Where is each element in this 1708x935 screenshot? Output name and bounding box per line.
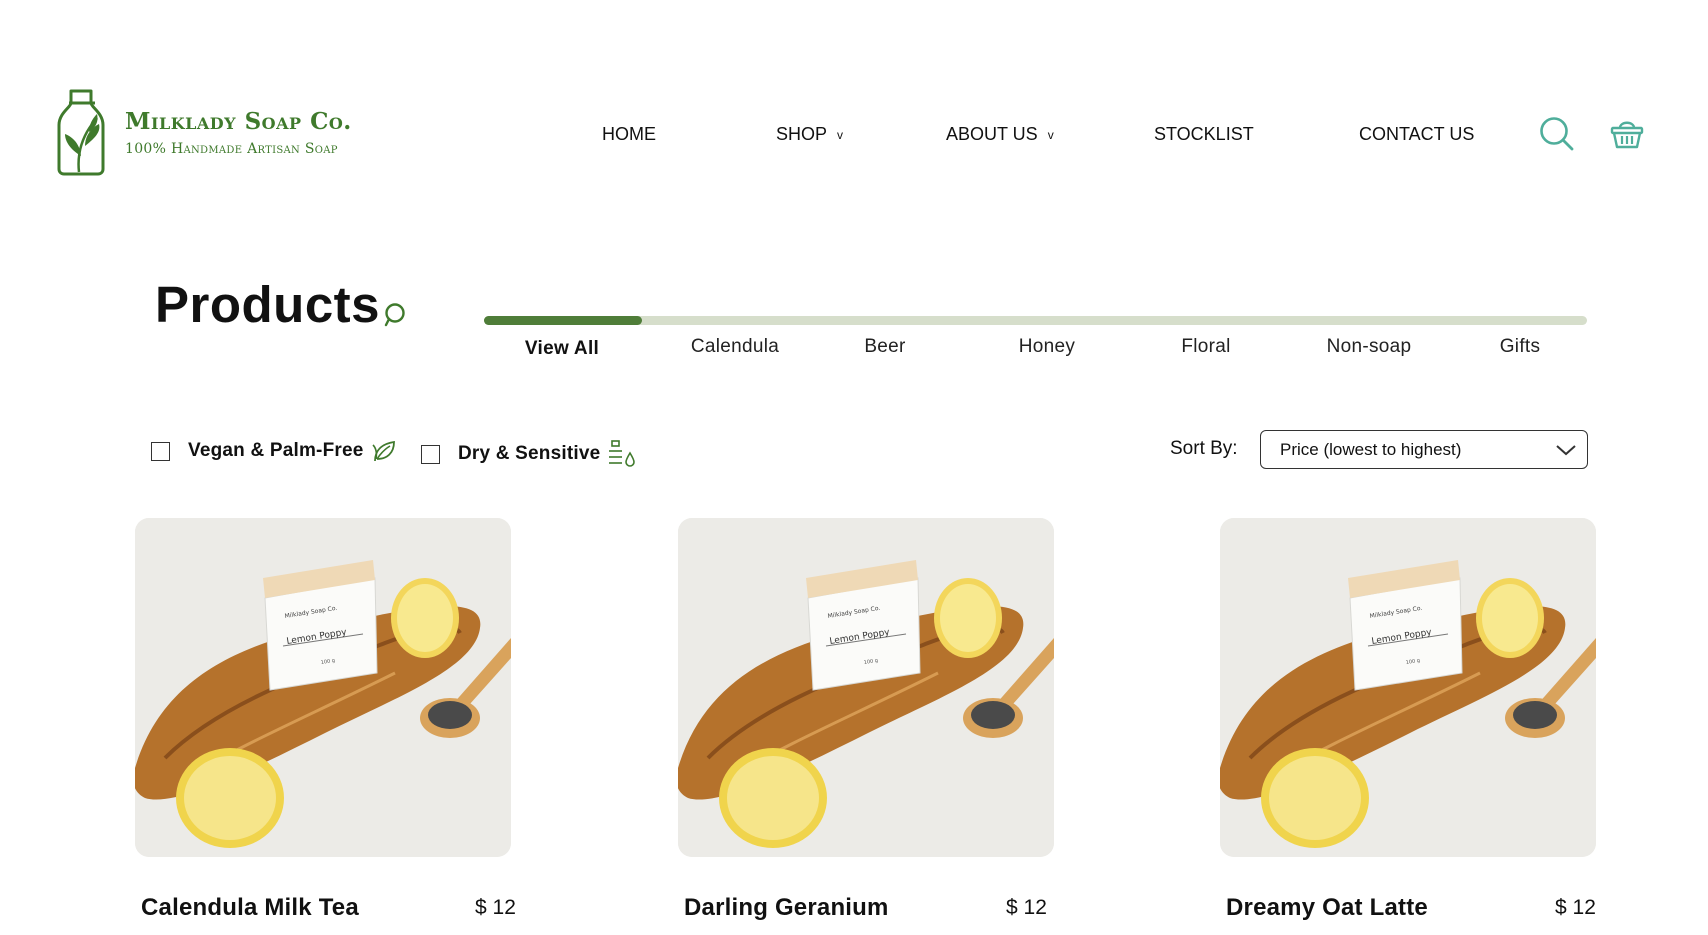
product-name[interactable]: Calendula Milk Tea	[141, 894, 359, 922]
nav-label: STOCKLIST	[1154, 124, 1254, 144]
page-title: Products	[155, 276, 381, 333]
nav-label: ABOUT US	[946, 124, 1038, 144]
nav-label: SHOP	[776, 124, 828, 144]
sort-selected-value: Price (lowest to highest)	[1280, 439, 1462, 459]
tab-non-soap[interactable]: Non-soap	[1327, 336, 1412, 358]
checkbox[interactable]	[421, 444, 440, 464]
lotion-drop-icon	[609, 440, 636, 467]
tab-active-indicator	[484, 316, 642, 325]
product-price: $ 12	[1555, 896, 1596, 919]
product-photo: Milklady Soap Co. Lemon Poppy 100 g	[678, 518, 1054, 857]
chevron-down-icon: v	[1047, 128, 1054, 142]
filter-dry-sensitive[interactable]: Dry & Sensitive	[421, 439, 637, 469]
basket-icon[interactable]	[1610, 117, 1644, 149]
product-name[interactable]: Dreamy Oat Latte	[1226, 894, 1428, 922]
product-price: $ 12	[1006, 896, 1047, 919]
product-card[interactable]: Milklady Soap Co. Lemon Poppy 100 g Darl…	[678, 518, 1054, 921]
product-image[interactable]: Milklady Soap Co. Lemon Poppy 100 g	[1220, 518, 1596, 857]
product-name[interactable]: Darling Geranium	[684, 894, 889, 922]
product-photo: Milklady Soap Co. Lemon Poppy 100 g	[1220, 518, 1596, 857]
filter-label: Vegan & Palm-Free	[188, 440, 364, 461]
chevron-down-icon	[1556, 445, 1576, 456]
tab-honey[interactable]: Honey	[1019, 336, 1075, 358]
speech-bubble-icon	[384, 303, 405, 327]
nav-item-shop[interactable]: SHOP v	[776, 124, 843, 145]
leaf-icon	[371, 440, 395, 462]
product-photo: Milklady Soap Co. Lemon Poppy 100 g	[135, 518, 511, 857]
nav-item-about-us[interactable]: ABOUT US v	[946, 124, 1054, 145]
filter-label: Dry & Sensitive	[458, 443, 601, 464]
tab-beer[interactable]: Beer	[864, 336, 905, 358]
product-image[interactable]: Milklady Soap Co. Lemon Poppy 100 g	[678, 518, 1054, 857]
tab-gifts[interactable]: Gifts	[1500, 336, 1541, 358]
nav-label: HOME	[602, 124, 656, 144]
main-nav: HOME SHOP v ABOUT US v STOCKLIST CONTACT U…	[0, 124, 1708, 148]
tab-view-all[interactable]: View All	[525, 338, 599, 360]
nav-item-stocklist[interactable]: STOCKLIST	[1154, 124, 1254, 145]
search-icon[interactable]	[1539, 116, 1575, 152]
product-price: $ 12	[475, 896, 516, 919]
nav-item-contact-us[interactable]: CONTACT US	[1359, 124, 1474, 145]
tab-floral[interactable]: Floral	[1181, 336, 1230, 358]
product-card[interactable]: Milklady Soap Co. Lemon Poppy 100 g Cale…	[135, 518, 516, 921]
nav-item-home[interactable]: HOME	[602, 124, 656, 145]
checkbox[interactable]	[151, 441, 170, 461]
product-image[interactable]: Milklady Soap Co. Lemon Poppy 100 g	[135, 518, 511, 857]
chevron-down-icon: v	[837, 128, 844, 142]
nav-label: CONTACT US	[1359, 124, 1475, 144]
tab-progress-track	[484, 316, 1587, 325]
sort-select[interactable]: Price (lowest to highest)	[1260, 430, 1588, 469]
filter-vegan-palm-free[interactable]: Vegan & Palm-Free	[151, 439, 397, 463]
product-card[interactable]: Milklady Soap Co. Lemon Poppy 100 g Drea…	[1220, 518, 1596, 921]
tab-calendula[interactable]: Calendula	[691, 336, 779, 358]
sort-label: Sort By:	[1170, 438, 1238, 459]
